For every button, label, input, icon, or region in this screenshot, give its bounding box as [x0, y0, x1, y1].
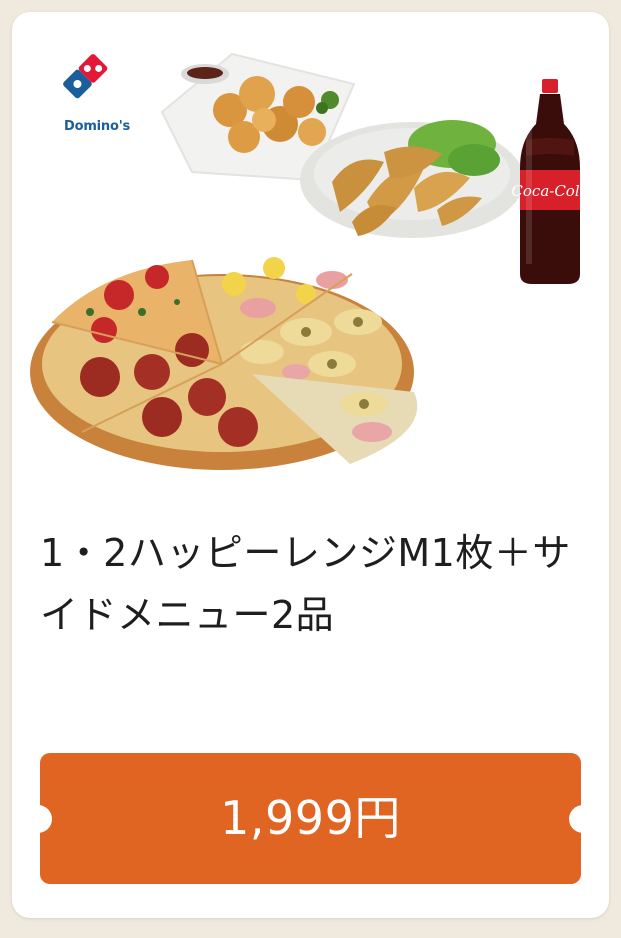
price-button[interactable]: 1,999円 — [24, 753, 597, 884]
coca-cola-bottle-image: Coca-Cola — [511, 79, 589, 284]
coupon-card[interactable]: Coca-Cola Domino's 1・2ハッピーレンジM1枚＋サイドメニュー… — [12, 12, 609, 918]
brand-name: Domino's — [64, 119, 131, 134]
pizza-image — [30, 257, 418, 470]
svg-text:Coca-Cola: Coca-Cola — [511, 182, 588, 200]
potato-wedges-image — [300, 120, 524, 238]
product-title: 1・2ハッピーレンジM1枚＋サイドメニュー2品 — [40, 531, 571, 637]
price-label: 1,999円 — [220, 791, 401, 845]
